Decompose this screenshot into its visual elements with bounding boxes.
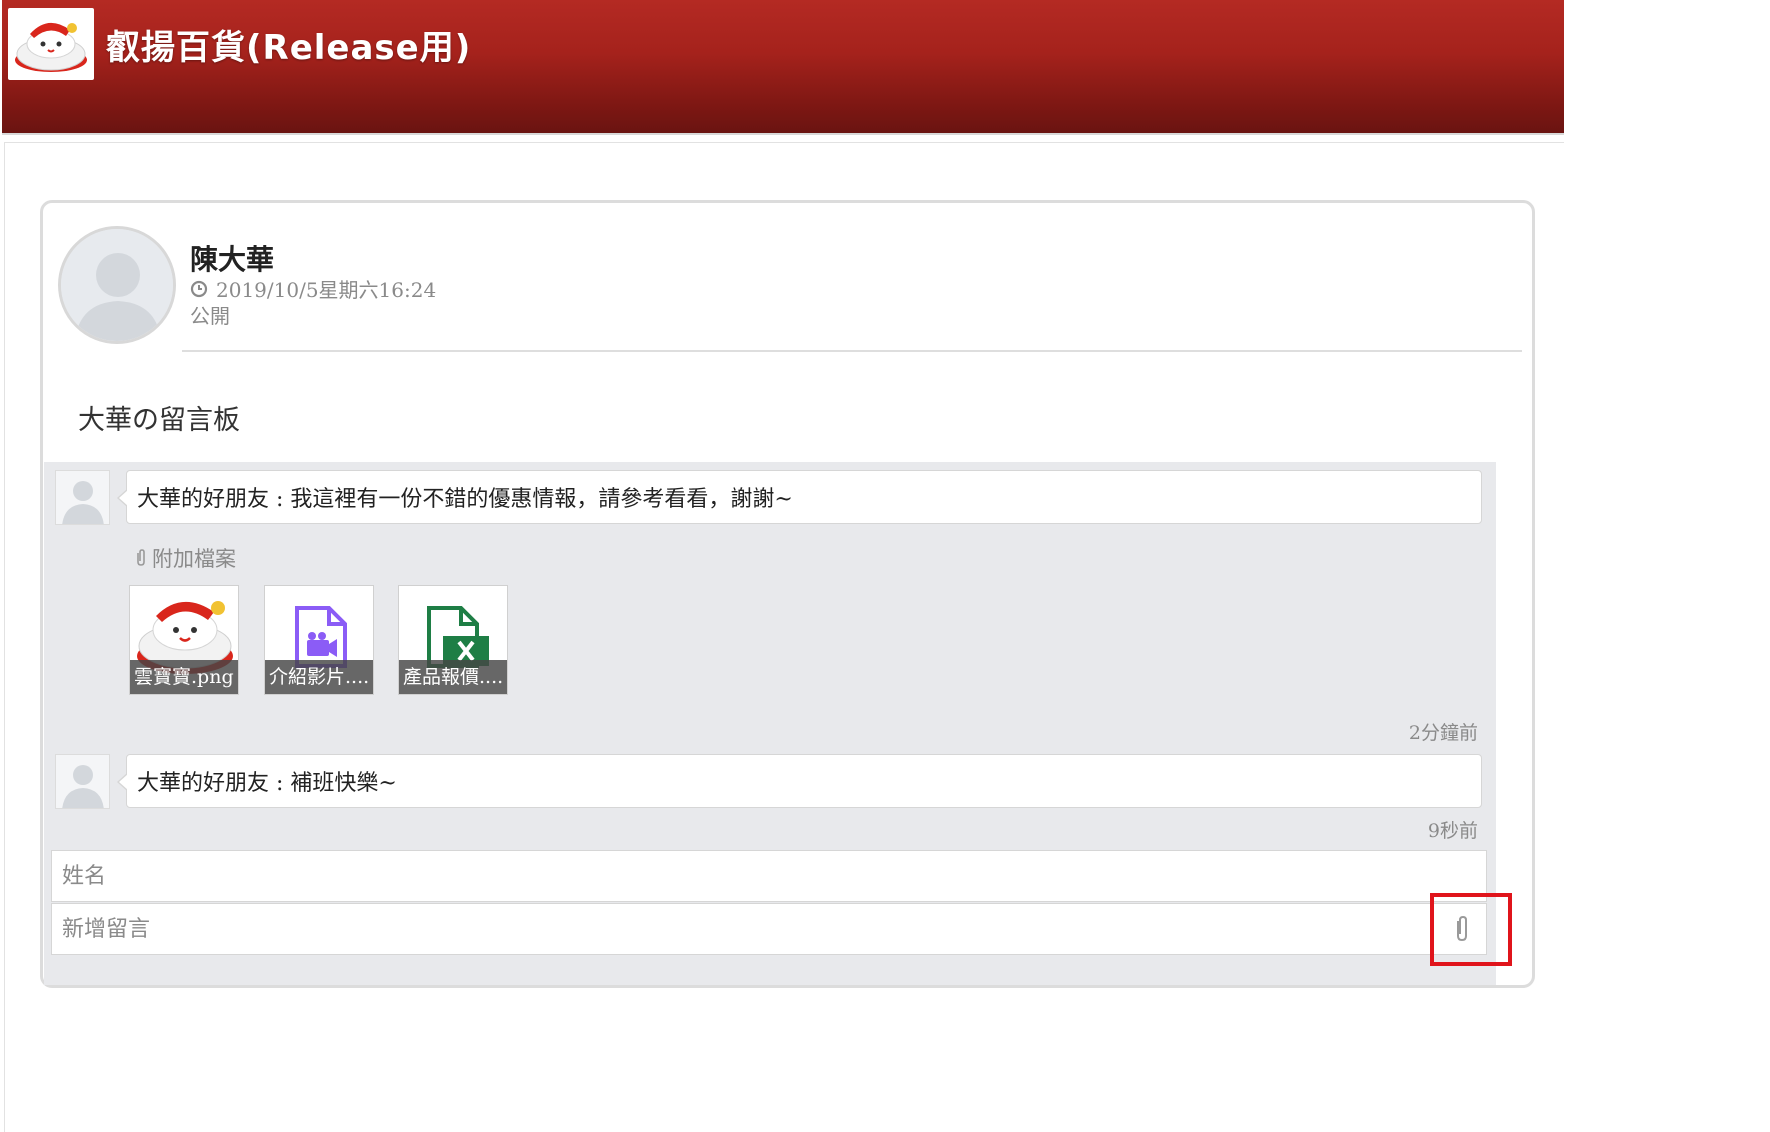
highlight-annotation xyxy=(1430,893,1512,966)
comment-field-wrapper xyxy=(51,903,1487,955)
attachment-thumbnail[interactable]: 雲寶寶.png xyxy=(129,585,239,695)
clock-icon xyxy=(190,280,208,297)
commenter-avatar xyxy=(55,754,110,809)
comment-time: 9秒前 xyxy=(1427,820,1478,842)
attachment-excel[interactable]: 產品報價.... xyxy=(398,585,508,695)
name-field-wrapper xyxy=(51,850,1487,902)
name-input[interactable] xyxy=(62,851,1486,901)
comment-bubble: 大華的好朋友 : 補班快樂~ xyxy=(117,754,1482,808)
attachments-label: 附加檔案 xyxy=(134,543,236,573)
app-header: 叡揚百貨(Release用) xyxy=(2,0,1564,135)
attachment-video[interactable]: 介紹影片.... xyxy=(264,585,374,695)
attachment-name: 介紹影片.... xyxy=(265,660,373,694)
comment-input[interactable] xyxy=(62,904,1486,954)
post-visibility: 公開 xyxy=(190,304,230,328)
comment-text: 大華的好朋友 : 補班快樂~ xyxy=(137,771,397,796)
post-timestamp-text: 2019/10/5星期六16:24 xyxy=(216,278,437,302)
comment-time: 2分鐘前 xyxy=(1408,722,1478,744)
author-avatar[interactable] xyxy=(58,226,176,344)
header-divider xyxy=(182,350,1522,352)
author-name[interactable]: 陳大華 xyxy=(190,238,274,278)
page-divider xyxy=(4,142,1564,143)
page-left-border xyxy=(4,142,5,1132)
post-timestamp: 2019/10/5星期六16:24 xyxy=(190,274,436,303)
comment-bubble: 大華的好朋友 : 我這裡有一份不錯的優惠情報，請參考看看，謝謝~ xyxy=(117,470,1482,524)
paperclip-icon xyxy=(137,549,145,566)
attachment-name: 產品報價.... xyxy=(399,660,507,694)
app-logo[interactable] xyxy=(8,8,94,80)
post-body: 大華の留言板 xyxy=(78,405,240,436)
attachment-name: 雲寶寶.png xyxy=(130,660,238,694)
app-title: 叡揚百貨(Release用) xyxy=(106,28,472,68)
attachments-label-text: 附加檔案 xyxy=(152,547,236,571)
comment-text: 大華的好朋友 : 我這裡有一份不錯的優惠情報，請參考看看，謝謝~ xyxy=(137,487,793,512)
commenter-avatar xyxy=(55,470,110,525)
